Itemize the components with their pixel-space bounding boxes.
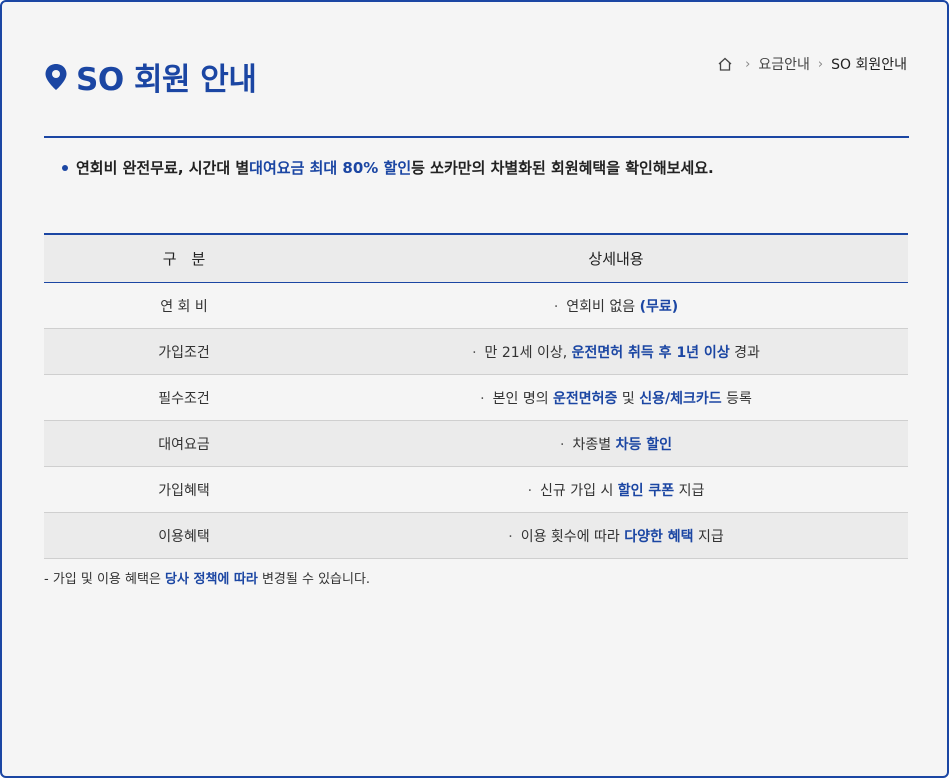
location-pin-icon — [45, 63, 67, 90]
breadcrumb-item-fees[interactable]: 요금안내 — [758, 54, 810, 74]
row-details: · 만 21세 이상, 운전면허 취득 후 1년 이상 경과 — [324, 328, 908, 375]
footnote: - 가입 및 이용 혜택은 당사 정책에 따라 변경될 수 있습니다. — [44, 572, 371, 587]
row-label: 연 회 비 — [44, 282, 324, 329]
row-label: 이용혜택 — [44, 512, 324, 559]
chevron-right-icon: › — [817, 56, 824, 72]
table-row: 이용혜택 · 이용 횟수에 따라 다양한 혜택 지급 — [44, 512, 908, 559]
row-details: · 차종별 차등 할인 — [324, 420, 908, 467]
bullet-icon — [62, 164, 68, 171]
table-row: 가입혜택 · 신규 가입 시 할인 쿠폰 지급 — [44, 466, 908, 513]
breadcrumb: › 요금안내 › SO 회원안내 — [717, 54, 907, 74]
notice-text: 연회비 완전무료, 시간대 별 대여요금 최대 80% 할인 등 쏘카만의 차별… — [62, 157, 714, 178]
page-title: SO 회원 안내 — [76, 62, 257, 98]
header-divider — [44, 136, 909, 138]
row-details: · 신규 가입 시 할인 쿠폰 지급 — [324, 466, 908, 513]
column-header-category: 구 분 — [44, 233, 324, 283]
breadcrumb-item-current: SO 회원안내 — [831, 57, 907, 73]
column-header-details: 상세내용 — [324, 233, 908, 283]
row-label: 필수조건 — [44, 374, 324, 421]
home-icon[interactable] — [717, 56, 733, 72]
table-row: 가입조건 · 만 21세 이상, 운전면허 취득 후 1년 이상 경과 — [44, 328, 908, 375]
row-details: · 연회비 없음 (무료) — [324, 282, 908, 329]
table-header-row: 구 분 상세내용 — [44, 233, 908, 283]
table-row: 연 회 비 · 연회비 없음 (무료) — [44, 282, 908, 329]
chevron-right-icon: › — [745, 56, 751, 72]
row-details: · 이용 횟수에 따라 다양한 혜택 지급 — [324, 512, 908, 559]
page-frame: SO 회원 안내 › 요금안내 › SO 회원안내 연회비 완전무료, 시간대 … — [0, 0, 949, 778]
row-label: 가입조건 — [44, 328, 324, 375]
membership-table: 구 분 상세내용 연 회 비 · 연회비 없음 (무료) 가입조건 · 만 21세 … — [44, 233, 908, 559]
row-details: · 본인 명의 운전면허증 및 신용/체크카드 등록 — [324, 374, 908, 421]
row-label: 대여요금 — [44, 420, 324, 467]
table-row: 대여요금 · 차종별 차등 할인 — [44, 420, 908, 467]
row-label: 가입혜택 — [44, 466, 324, 513]
table-row: 필수조건 · 본인 명의 운전면허증 및 신용/체크카드 등록 — [44, 374, 908, 421]
notice-highlight: 대여요금 최대 80% 할인 — [249, 159, 412, 177]
page-header: SO 회원 안내 — [44, 54, 257, 99]
